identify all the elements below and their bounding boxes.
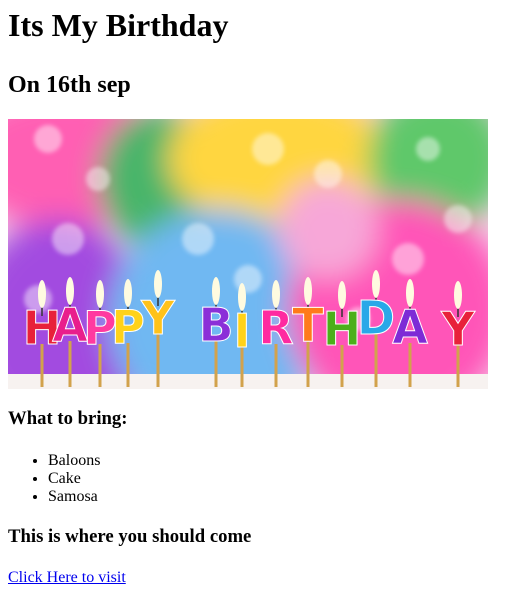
svg-text:P: P (111, 300, 145, 354)
svg-text:Y: Y (140, 291, 175, 345)
page-title: Its My Birthday (8, 7, 229, 43)
birthday-candles-image: HAPPY B I RT HDA Y (8, 119, 488, 389)
page-content: Its My Birthday On 16th sep H A P P Y B … (0, 0, 512, 587)
where-heading: This is where you should come (8, 526, 252, 547)
list-item: Baloons (48, 452, 504, 470)
svg-text:B: B (198, 298, 233, 352)
link-paragraph: Click Here to visit (8, 548, 504, 587)
svg-text:H: H (323, 302, 362, 356)
svg-text:A: A (392, 300, 428, 354)
visit-link[interactable]: Click Here to visit (8, 569, 126, 586)
svg-text:Y: Y (440, 302, 475, 356)
page-subtitle: On 16th sep (8, 72, 131, 98)
list-item: Cake (48, 470, 504, 488)
svg-text:I: I (233, 304, 250, 358)
bring-list: Baloons Cake Samosa (8, 430, 504, 506)
bring-heading: What to bring: (8, 408, 128, 429)
list-item: Samosa (48, 488, 504, 506)
svg-text:T: T (292, 298, 324, 352)
svg-text:D: D (357, 291, 395, 345)
svg-text:R: R (258, 301, 293, 355)
